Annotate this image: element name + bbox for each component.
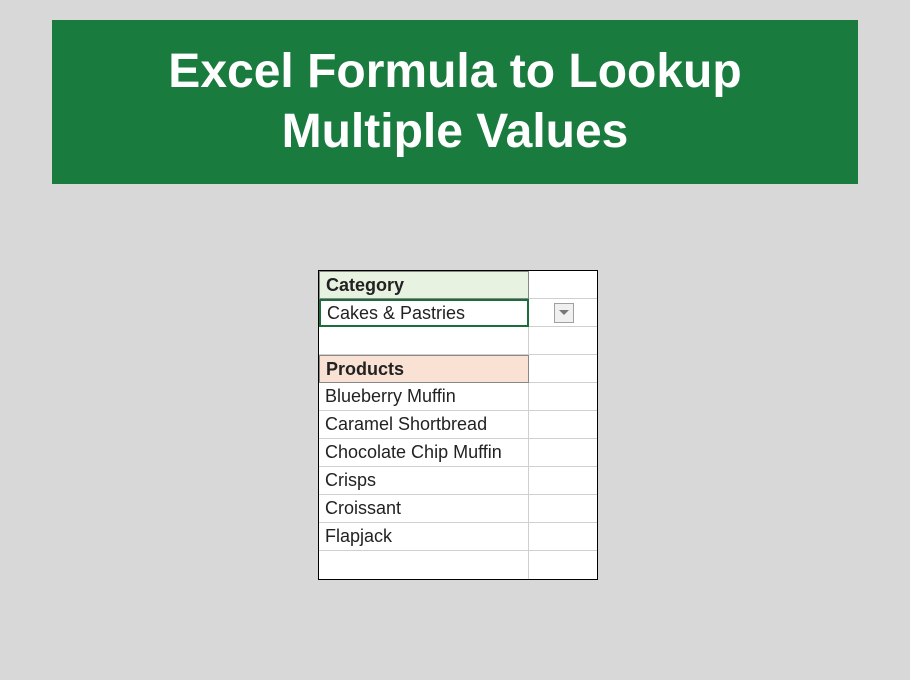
empty-cell — [319, 551, 529, 579]
category-header-row: Category — [319, 271, 597, 299]
product-row: Croissant — [319, 495, 597, 523]
empty-cell — [529, 327, 597, 355]
spacer-row — [319, 551, 597, 579]
product-row: Blueberry Muffin — [319, 383, 597, 411]
products-header-cell: Products — [319, 355, 529, 383]
empty-cell — [529, 355, 597, 383]
product-row: Caramel Shortbread — [319, 411, 597, 439]
dropdown-button-cell — [529, 299, 597, 327]
category-header-cell: Category — [319, 271, 529, 299]
product-cell: Croissant — [319, 495, 529, 523]
product-row: Chocolate Chip Muffin — [319, 439, 597, 467]
title-banner: Excel Formula to Lookup Multiple Values — [52, 20, 858, 184]
product-cell: Chocolate Chip Muffin — [319, 439, 529, 467]
empty-cell — [529, 495, 597, 523]
category-value-row: Cakes & Pastries — [319, 299, 597, 327]
dropdown-button[interactable] — [554, 303, 574, 323]
empty-cell — [529, 439, 597, 467]
empty-cell — [529, 411, 597, 439]
excel-grid: Category Cakes & Pastries Products Blueb… — [318, 270, 598, 580]
empty-cell — [529, 467, 597, 495]
product-cell: Caramel Shortbread — [319, 411, 529, 439]
chevron-down-icon — [559, 310, 569, 316]
product-row: Crisps — [319, 467, 597, 495]
empty-cell — [529, 383, 597, 411]
empty-cell — [319, 327, 529, 355]
product-cell: Flapjack — [319, 523, 529, 551]
empty-cell — [529, 523, 597, 551]
category-dropdown-cell[interactable]: Cakes & Pastries — [319, 299, 529, 327]
product-row: Flapjack — [319, 523, 597, 551]
page-title: Excel Formula to Lookup Multiple Values — [92, 42, 818, 162]
empty-cell — [529, 551, 597, 579]
product-cell: Crisps — [319, 467, 529, 495]
empty-cell — [529, 271, 597, 299]
product-cell: Blueberry Muffin — [319, 383, 529, 411]
products-header-row: Products — [319, 355, 597, 383]
spacer-row — [319, 327, 597, 355]
